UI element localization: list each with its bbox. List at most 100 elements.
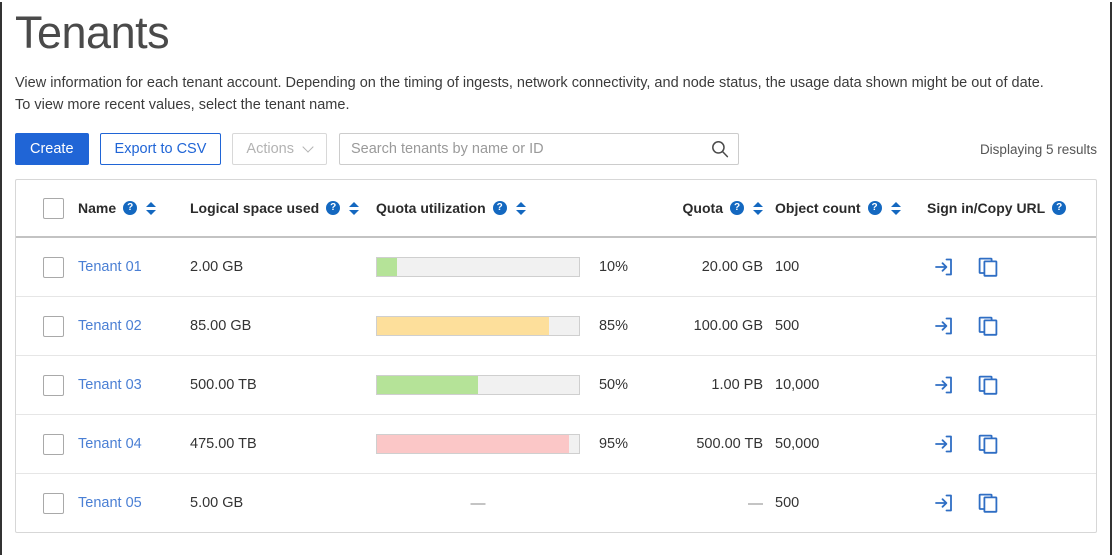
select-all-checkbox[interactable] (43, 198, 64, 219)
row-checkbox[interactable] (43, 375, 64, 396)
tenant-name-cell: Tenant 02 (78, 297, 190, 356)
page-title: Tenants (15, 2, 1097, 64)
tenant-name-link[interactable]: Tenant 02 (78, 318, 142, 334)
quota-utilization-bar-fill (377, 376, 478, 394)
quota-utilization-cell: 95% (376, 415, 651, 474)
tenant-name-cell: Tenant 05 (78, 474, 190, 533)
object-count-cell: 500 (763, 474, 915, 533)
search-input[interactable] (339, 133, 739, 165)
help-icon[interactable]: ? (730, 201, 744, 215)
logical-space-used-value: 85.00 GB (190, 318, 251, 334)
th-select-all (16, 180, 78, 237)
object-count-cell: 500 (763, 297, 915, 356)
sign-in-icon[interactable] (933, 374, 955, 396)
tenant-name-link[interactable]: Tenant 01 (78, 259, 142, 275)
quota-utilization-percent: 85% (590, 318, 628, 334)
th-signin-copy-url-label: Sign in/Copy URL (927, 200, 1045, 216)
quota-cell: 100.00 GB (651, 297, 763, 356)
copy-url-icon[interactable] (977, 315, 999, 337)
description-line-2: To view more recent values, select the t… (15, 94, 1095, 116)
logical-space-used-cell: 475.00 TB (190, 415, 376, 474)
row-select-cell (16, 356, 78, 415)
logical-space-used-value: 5.00 GB (190, 495, 243, 511)
table-row: Tenant 04475.00 TB95%500.00 TB50,000 (16, 415, 1096, 474)
object-count-value: 500 (775, 318, 799, 334)
actions-dropdown[interactable]: Actions (232, 133, 327, 165)
signin-copy-url-cell (915, 297, 1096, 356)
quota-utilization-percent: 50% (590, 377, 628, 393)
actions-dropdown-label: Actions (246, 141, 294, 157)
quota-utilization-cell: 85% (376, 297, 651, 356)
logical-space-used-cell: 85.00 GB (190, 297, 376, 356)
sort-icon[interactable] (753, 201, 763, 216)
quota-cell: 500.00 TB (651, 415, 763, 474)
sort-icon[interactable] (516, 201, 526, 216)
help-icon[interactable]: ? (1052, 201, 1066, 215)
results-count: Displaying 5 results (980, 142, 1097, 157)
table-header-row: Name ? Logical space used ? (16, 180, 1096, 237)
copy-url-icon[interactable] (977, 256, 999, 278)
copy-url-icon[interactable] (977, 492, 999, 514)
signin-copy-url-cell (915, 415, 1096, 474)
quota-value: 20.00 GB (702, 259, 763, 275)
export-to-csv-button[interactable]: Export to CSV (100, 133, 222, 165)
sort-icon[interactable] (349, 201, 359, 216)
create-button[interactable]: Create (15, 133, 89, 165)
quota-utilization-bar-fill (377, 258, 397, 276)
quota-utilization-bar (376, 257, 580, 277)
logical-space-used-cell: 5.00 GB (190, 474, 376, 533)
object-count-value: 500 (775, 495, 799, 511)
row-checkbox[interactable] (43, 434, 64, 455)
quota-utilization-empty: — (376, 495, 580, 512)
sort-icon[interactable] (891, 201, 901, 216)
signin-copy-url-cell (915, 474, 1096, 533)
quota-value: — (748, 495, 763, 512)
sort-icon[interactable] (146, 201, 156, 216)
quota-utilization-cell: 10% (376, 237, 651, 297)
page-description: View information for each tenant account… (15, 72, 1095, 116)
help-icon[interactable]: ? (493, 201, 507, 215)
quota-value: 500.00 TB (696, 436, 763, 452)
object-count-cell: 10,000 (763, 356, 915, 415)
row-checkbox[interactable] (43, 257, 64, 278)
th-name-label: Name (78, 200, 116, 216)
search-field (339, 133, 739, 165)
logical-space-used-value: 475.00 TB (190, 436, 257, 452)
th-quota-utilization: Quota utilization ? (376, 180, 651, 237)
signin-copy-url-cell (915, 237, 1096, 297)
signin-copy-url-cell (915, 356, 1096, 415)
table-row: Tenant 03500.00 TB50%1.00 PB10,000 (16, 356, 1096, 415)
th-logical-space-used-label: Logical space used (190, 200, 319, 216)
copy-url-icon[interactable] (977, 374, 999, 396)
sign-in-icon[interactable] (933, 492, 955, 514)
help-icon[interactable]: ? (868, 201, 882, 215)
row-select-cell (16, 474, 78, 533)
tenants-page: Tenants View information for each tenant… (2, 2, 1110, 533)
sign-in-icon[interactable] (933, 315, 955, 337)
th-quota: Quota ? (651, 180, 763, 237)
table-row: Tenant 05 5.00 GB — — 500 (16, 474, 1096, 533)
quota-value: 1.00 PB (711, 377, 763, 393)
quota-utilization-cell: — (376, 474, 651, 533)
th-object-count: Object count ? (763, 180, 915, 237)
row-checkbox[interactable] (43, 316, 64, 337)
tenant-name-cell: Tenant 01 (78, 237, 190, 297)
object-count-value: 10,000 (775, 377, 819, 393)
tenant-name-link[interactable]: Tenant 05 (78, 495, 142, 511)
sign-in-icon[interactable] (933, 433, 955, 455)
help-icon[interactable]: ? (123, 201, 137, 215)
th-quota-label: Quota (683, 200, 723, 216)
row-checkbox[interactable] (43, 493, 64, 514)
copy-url-icon[interactable] (977, 433, 999, 455)
tenant-name-link[interactable]: Tenant 04 (78, 436, 142, 452)
th-logical-space-used: Logical space used ? (190, 180, 376, 237)
chevron-down-icon (304, 143, 313, 152)
help-icon[interactable]: ? (326, 201, 340, 215)
tenant-name-cell: Tenant 03 (78, 356, 190, 415)
tenant-name-link[interactable]: Tenant 03 (78, 377, 142, 393)
sign-in-icon[interactable] (933, 256, 955, 278)
table-row: Tenant 02 85.00 GB 85% 100.00 GB 500 (16, 297, 1096, 356)
th-signin-copy-url: Sign in/Copy URL ? (915, 180, 1096, 237)
th-object-count-label: Object count (775, 200, 861, 216)
row-select-cell (16, 415, 78, 474)
